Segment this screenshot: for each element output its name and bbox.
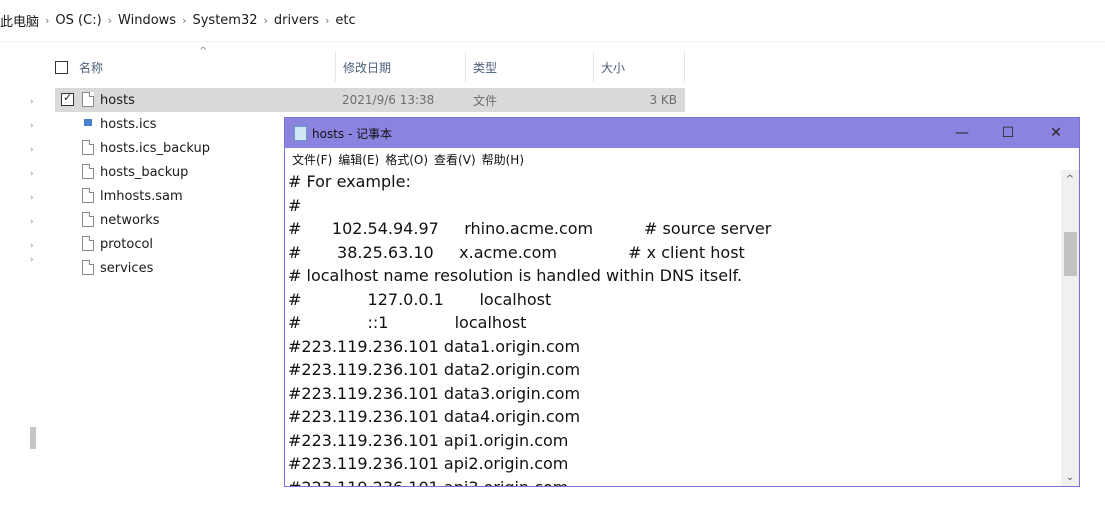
column-header-date-label: 修改日期	[343, 60, 392, 75]
chevron-right-icon: ›	[45, 14, 50, 27]
chevron-right-icon[interactable]: ›	[30, 255, 34, 265]
file-icon	[82, 236, 94, 251]
menu-edit[interactable]: 编辑(E)	[338, 151, 379, 168]
file-row-lmhosts-sam[interactable]: lmhosts.sam	[55, 184, 285, 208]
column-divider[interactable]	[593, 52, 594, 82]
column-header-name[interactable]: 名称	[55, 52, 335, 82]
file-size: 3 KB	[649, 93, 677, 107]
breadcrumb-item-etc[interactable]: etc	[335, 13, 355, 28]
chevron-right-icon[interactable]: ›	[30, 169, 34, 179]
breadcrumb-item-this-pc[interactable]: 此电脑	[0, 11, 39, 30]
file-type: 文件	[473, 93, 498, 108]
column-header-date[interactable]: 修改日期	[343, 52, 463, 82]
text-line: # 127.0.0.1 localhost	[288, 289, 552, 309]
text-line: #223.119.236.101 api2.origin.com	[288, 454, 569, 473]
close-button[interactable]: ✕	[1033, 118, 1079, 148]
text-line: # 38.25.63.10 x.acme.com # x client host	[288, 242, 745, 262]
file-row-hosts-ics-backup[interactable]: hosts.ics_backup	[55, 136, 285, 160]
column-header-type-label: 类型	[473, 60, 498, 75]
nav-pane-scrollbar[interactable]	[30, 427, 36, 449]
scroll-down-icon[interactable]: ⌄	[1061, 468, 1079, 486]
menu-file[interactable]: 文件(F)	[292, 151, 332, 168]
file-name: hosts	[100, 92, 135, 108]
file-icon	[82, 188, 94, 203]
minimize-button[interactable]: —	[939, 118, 985, 148]
breadcrumb-item-system32[interactable]: System32	[192, 13, 257, 28]
ics-file-icon	[84, 119, 92, 126]
notepad-text-area[interactable]: # For example: # # 102.54.94.97 rhino.ac…	[285, 170, 1061, 486]
file-name: lmhosts.sam	[100, 188, 183, 204]
file-icon	[82, 260, 94, 275]
close-icon: ✕	[1050, 125, 1062, 141]
file-date: 2021/9/6 13:38	[342, 93, 435, 107]
file-name: networks	[100, 212, 160, 228]
notepad-app-icon	[294, 126, 307, 141]
file-name: hosts_backup	[100, 164, 189, 180]
row-select-checkbox[interactable]	[61, 91, 74, 106]
chevron-right-icon[interactable]: ›	[30, 121, 34, 131]
menu-help[interactable]: 帮助(H)	[482, 151, 524, 168]
column-divider[interactable]	[465, 52, 466, 82]
column-divider[interactable]	[684, 52, 685, 82]
text-line: #223.119.236.101 api3.origin.com	[288, 476, 1061, 487]
file-icon	[82, 212, 94, 227]
text-line: # localhost name resolution is handled w…	[288, 266, 743, 285]
notepad-menubar: 文件(F) 编辑(E) 格式(O) 查看(V) 帮助(H)	[285, 148, 1079, 170]
text-line: # For example:	[288, 172, 411, 191]
column-header-name-label: 名称	[79, 60, 104, 75]
maximize-icon: ☐	[1001, 125, 1015, 141]
file-row-hosts[interactable]: hosts 2021/9/6 13:38 文件 3 KB	[55, 88, 685, 112]
scrollbar-thumb[interactable]	[1064, 232, 1077, 276]
menu-format[interactable]: 格式(O)	[385, 151, 428, 168]
chevron-right-icon: ›	[107, 14, 113, 27]
file-name: hosts.ics	[100, 116, 157, 132]
file-row-hosts-backup[interactable]: hosts_backup	[55, 160, 285, 184]
scroll-up-icon[interactable]: ^	[1061, 170, 1079, 188]
chevron-right-icon[interactable]: ›	[30, 217, 34, 227]
text-line: #223.119.236.101 data1.origin.com	[288, 336, 581, 356]
text-line: # ::1 localhost	[288, 313, 527, 332]
file-name: hosts.ics_backup	[100, 140, 210, 156]
chevron-right-icon: ›	[324, 14, 330, 27]
breadcrumb-item-os-c[interactable]: OS (C:)	[55, 13, 101, 28]
minimize-icon: —	[955, 125, 969, 141]
text-line: # 102.54.94.97 rhino.acme.com # source s…	[288, 219, 772, 238]
breadcrumb-item-drivers[interactable]: drivers	[274, 13, 319, 28]
column-header-size[interactable]: 大小	[601, 52, 683, 82]
chevron-right-icon[interactable]: ›	[30, 241, 34, 251]
vertical-scrollbar[interactable]: ^ ⌄	[1061, 170, 1079, 486]
file-row-services[interactable]: services	[55, 256, 285, 280]
notepad-titlebar[interactable]: hosts - 记事本 — ☐ ✕	[285, 118, 1079, 148]
breadcrumb-item-windows[interactable]: Windows	[118, 13, 176, 28]
chevron-right-icon: ›	[263, 14, 268, 27]
notepad-title: hosts - 记事本	[312, 127, 393, 141]
chevron-right-icon: ›	[182, 14, 187, 27]
text-line: #223.119.236.101 data2.origin.com	[288, 360, 581, 379]
file-icon	[82, 92, 94, 107]
text-line: #223.119.236.101 data4.origin.com	[288, 407, 581, 426]
chevron-right-icon[interactable]: ›	[30, 193, 34, 203]
file-row-protocol[interactable]: protocol	[55, 232, 285, 256]
file-name: services	[100, 260, 154, 276]
file-row-networks[interactable]: networks	[55, 208, 285, 232]
menu-view[interactable]: 查看(V)	[434, 151, 476, 168]
column-header-type[interactable]: 类型	[473, 52, 593, 82]
select-all-checkbox[interactable]	[55, 60, 68, 74]
text-line: #223.119.236.101 data3.origin.com	[288, 383, 581, 403]
column-header-size-label: 大小	[601, 60, 626, 75]
text-line: #	[288, 195, 302, 215]
notepad-window[interactable]: hosts - 记事本 — ☐ ✕ 文件(F) 编辑(E) 格式(O) 查看(V…	[284, 117, 1080, 487]
chevron-right-icon[interactable]: ›	[30, 97, 34, 107]
file-icon	[82, 140, 94, 155]
column-divider[interactable]	[335, 52, 336, 82]
file-name: protocol	[100, 236, 154, 252]
file-icon	[82, 164, 94, 179]
text-line: #223.119.236.101 api1.origin.com	[288, 430, 569, 450]
chevron-right-icon[interactable]: ›	[30, 145, 34, 155]
maximize-button[interactable]: ☐	[985, 118, 1031, 148]
breadcrumb: 此电脑 › OS (C:) › Windows › System32 › dri…	[0, 0, 1105, 42]
